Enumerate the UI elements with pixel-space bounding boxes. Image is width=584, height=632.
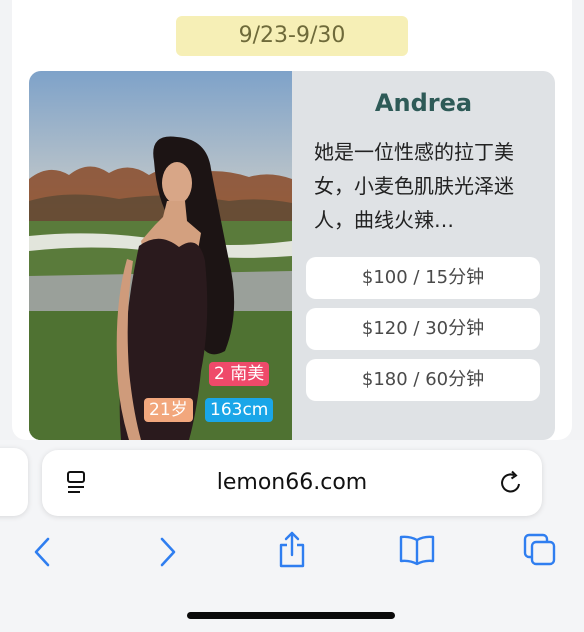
profile-description: 她是一位性感的拉丁美女，小麦色肌肤光泽迷人，曲线火辣… [314,140,514,232]
price-option-60min[interactable]: $180 / 60分钟 [306,359,540,401]
profile-photo[interactable]: 2 南美 21岁 163cm [29,71,292,440]
forward-chevron-icon[interactable] [156,535,180,569]
price-option-30min[interactable]: $120 / 30分钟 [306,308,540,350]
date-range-label: 9/23-9/30 [176,16,408,56]
back-chevron-icon[interactable] [30,535,54,569]
address-bar[interactable]: lemon66.com [42,450,542,516]
share-icon[interactable] [276,530,308,570]
previous-tab-preview[interactable] [0,448,28,516]
url-text[interactable]: lemon66.com [42,450,542,516]
price-option-15min[interactable]: $100 / 15分钟 [306,257,540,299]
age-tag: 21岁 [144,398,193,422]
profile-card[interactable]: 2 南美 21岁 163cm Andrea 她是一位性感的拉丁美女，小麦色肌肤光… [29,71,555,440]
home-indicator[interactable] [187,612,395,619]
bookmarks-icon[interactable] [398,534,436,566]
profile-name: Andrea [374,89,473,117]
height-tag: 163cm [205,398,274,422]
tabs-icon[interactable] [522,532,558,568]
browser-toolbar: lemon66.com [0,440,584,632]
region-tag: 2 南美 [209,362,270,386]
reload-icon[interactable] [498,470,524,496]
